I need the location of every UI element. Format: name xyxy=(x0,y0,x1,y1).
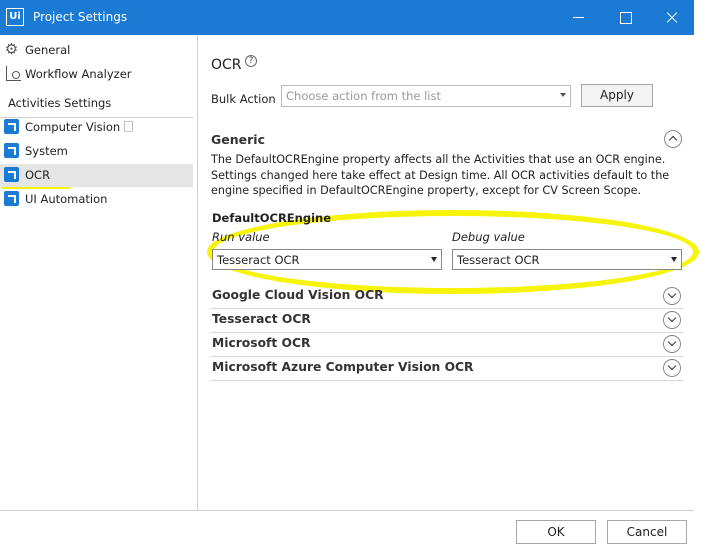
section-google-cloud-vision-ocr[interactable]: Google Cloud Vision OCR xyxy=(211,285,684,309)
debug-value-dropdown[interactable]: Tesseract OCR xyxy=(452,249,682,270)
run-value-label: Run value xyxy=(212,230,270,244)
debug-value-label: Debug value xyxy=(452,230,525,244)
run-value-dropdown[interactable]: Tesseract OCR xyxy=(212,249,442,270)
generic-description: The DefaultOCREngine property affects al… xyxy=(211,153,670,198)
run-value-selected: Tesseract OCR xyxy=(217,253,300,267)
collapse-chevron-up-icon[interactable] xyxy=(664,130,682,148)
workflow-analyzer-icon xyxy=(6,66,21,81)
bulk-action-label: Bulk Action xyxy=(211,92,276,106)
expand-chevron-down-icon[interactable] xyxy=(663,287,681,305)
sidebar-item-computer-vision[interactable]: Computer Vision 🗌 xyxy=(0,116,193,139)
minimize-button[interactable] xyxy=(556,0,602,35)
bulk-action-placeholder: Choose action from the list xyxy=(286,89,442,103)
section-label: Google Cloud Vision OCR xyxy=(212,288,384,302)
generic-section-title: Generic xyxy=(211,132,265,147)
activity-package-icon xyxy=(4,167,19,182)
sidebar-item-general[interactable]: ⚙ General xyxy=(0,39,193,62)
section-label: Tesseract OCR xyxy=(212,312,311,326)
help-icon[interactable]: ? xyxy=(245,55,257,67)
maximize-button[interactable] xyxy=(602,0,648,35)
activity-package-icon xyxy=(4,143,19,158)
dropdown-arrow-icon xyxy=(431,257,437,262)
close-button[interactable] xyxy=(648,0,694,35)
dropdown-arrow-icon xyxy=(671,257,677,262)
window-title: Project Settings xyxy=(33,10,128,24)
expand-chevron-down-icon[interactable] xyxy=(663,335,681,353)
title-bar: Ui Project Settings xyxy=(0,0,694,35)
sidebar-item-label: General xyxy=(25,43,71,57)
dropdown-arrow-icon xyxy=(560,93,566,97)
sidebar-item-label: OCR xyxy=(25,168,51,182)
sidebar-item-system[interactable]: System xyxy=(0,140,193,163)
section-microsoft-ocr[interactable]: Microsoft OCR xyxy=(211,333,684,357)
expand-chevron-down-icon[interactable] xyxy=(663,359,681,377)
sidebar-item-label: System xyxy=(25,144,68,158)
default-ocr-engine-title: DefaultOCREngine xyxy=(212,211,332,225)
section-tesseract-ocr[interactable]: Tesseract OCR xyxy=(211,309,684,333)
bulk-action-dropdown[interactable]: Choose action from the list xyxy=(281,85,571,107)
activity-package-icon xyxy=(4,191,19,206)
settings-sidebar: ⚙ General Workflow Analyzer Activities S… xyxy=(0,35,198,510)
dialog-footer: OK Cancel xyxy=(0,510,694,550)
app-logo: Ui xyxy=(6,8,24,26)
apply-button[interactable]: Apply xyxy=(581,84,653,107)
ok-button[interactable]: OK xyxy=(516,520,596,544)
section-label: Microsoft Azure Computer Vision OCR xyxy=(212,360,474,374)
page-title: OCR xyxy=(211,57,242,73)
section-label: Microsoft OCR xyxy=(212,336,311,350)
cancel-button[interactable]: Cancel xyxy=(607,520,687,544)
gear-icon: ⚙ xyxy=(4,40,19,58)
sidebar-item-workflow-analyzer[interactable]: Workflow Analyzer xyxy=(0,63,193,86)
sidebar-item-label: UI Automation xyxy=(25,192,108,206)
sidebar-item-ui-automation[interactable]: UI Automation xyxy=(0,188,193,211)
settings-main-panel: OCR ? Bulk Action Choose action from the… xyxy=(199,35,699,510)
sidebar-item-label: Workflow Analyzer xyxy=(25,67,132,81)
sidebar-item-label: Computer Vision 🗌 xyxy=(25,120,134,134)
debug-value-selected: Tesseract OCR xyxy=(457,253,540,267)
sidebar-item-ocr[interactable]: OCR xyxy=(0,164,193,187)
activities-settings-header: Activities Settings xyxy=(8,96,112,110)
activity-package-icon xyxy=(4,119,19,134)
section-azure-computer-vision-ocr[interactable]: Microsoft Azure Computer Vision OCR xyxy=(211,357,684,381)
expand-chevron-down-icon[interactable] xyxy=(663,311,681,329)
